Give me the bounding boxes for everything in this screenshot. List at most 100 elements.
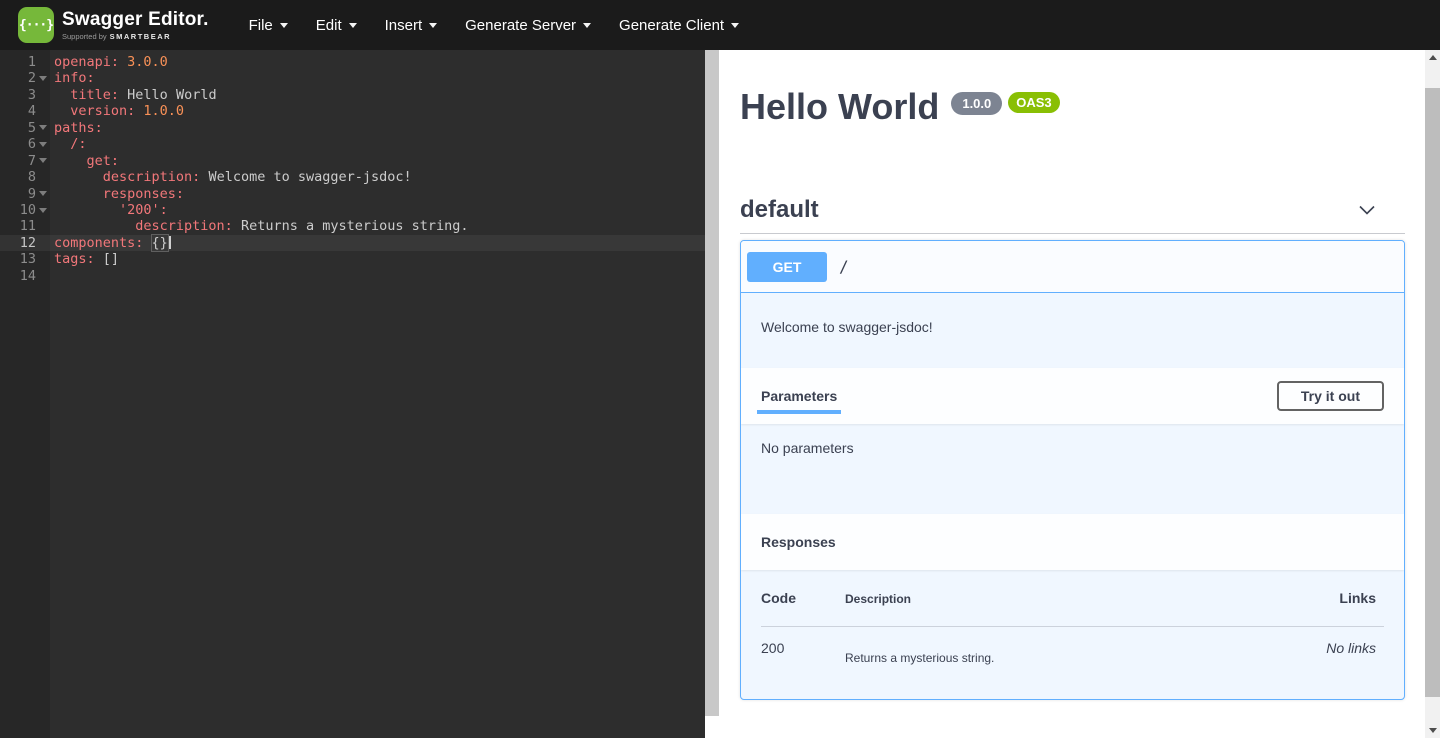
swagger-preview: Hello World 1.0.0 OAS3 default GET / Wel… [719,50,1425,738]
menu-edit[interactable]: Edit [302,9,371,42]
editor-lines: 1 openapi: 3.0.02info:3 title: Hello Worl… [0,54,705,284]
title-badges: 1.0.0 OAS3 [951,92,1059,115]
menu-label: Insert [385,17,423,34]
menu-insert[interactable]: Insert [371,9,452,42]
tab-parameters[interactable]: Parameters [761,388,837,404]
column-header-description: Description [845,588,1326,626]
editor-line[interactable]: 12 components: {} [0,235,705,251]
line-number: 12 [20,235,36,251]
app-title: Swagger Editor. [62,9,209,31]
editor-line[interactable]: 2info: [0,70,705,86]
fold-arrow-icon[interactable] [39,76,47,81]
response-links: No links [1326,627,1384,665]
code-line-text: openapi: 3.0.0 [50,54,705,70]
code-line-text: components: {} [50,235,705,251]
editor-line[interactable]: 14 [0,268,705,284]
line-number-cell: 1 [0,54,50,70]
line-number-cell: 12 [0,235,50,251]
caret-down-icon [583,23,591,28]
scrollbar-thumb[interactable] [1425,88,1440,697]
chevron-down-icon[interactable] [1357,200,1377,220]
editor-line[interactable]: 7 get: [0,153,705,169]
responses-header: Responses [741,514,1404,570]
line-number: 8 [28,169,36,185]
line-number: 11 [20,218,36,234]
fold-arrow-icon[interactable] [39,142,47,147]
column-header-code: Code [761,588,845,626]
code-line-text: /: [50,136,705,152]
fold-arrow-icon[interactable] [39,158,47,163]
supported-by-label: Supported by [62,32,107,41]
line-number-cell: 5 [0,120,50,136]
menu-bar: FileEdit Insert Generate ServerGenerate Cl… [235,9,754,42]
token-key: title: [70,87,127,103]
line-number: 1 [28,54,36,70]
scroll-up-button[interactable] [1425,50,1440,65]
oas3-badge: OAS3 [1008,92,1059,113]
api-info: Hello World 1.0.0 OAS3 [740,86,1405,128]
caret-down-icon [731,23,739,28]
scroll-down-button[interactable] [1425,723,1440,738]
no-parameters-message: No parameters [741,424,1404,514]
token-plain [54,218,135,234]
editor-line[interactable]: 5 paths: [0,120,705,136]
token-key: info: [54,70,95,86]
code-line-text: description: Returns a mysterious string… [50,218,705,234]
scroll-down-icon [1429,728,1437,733]
try-it-out-button[interactable]: Try it out [1277,381,1384,411]
operation-summary[interactable]: GET / [741,241,1404,293]
editor-line[interactable]: 13tags: [] [0,251,705,267]
caret-down-icon [349,23,357,28]
responses-title: Responses [761,534,836,550]
token-key: get: [87,153,120,169]
code-line-text: version: 1.0.0 [50,103,705,119]
logo-glyph: {···} [19,18,53,33]
editor-line[interactable]: 4 version: 1.0.0 [0,103,705,119]
line-number: 5 [28,120,36,136]
swagger-editor-logo[interactable]: {···} Swagger Editor. Supported bySMARTB… [18,7,209,43]
vertical-scrollbar[interactable] [1425,50,1440,738]
pane-splitter[interactable] [705,50,719,738]
text-cursor [169,236,171,249]
fold-arrow-icon[interactable] [39,125,47,130]
code-line-text: info: [50,70,705,86]
fold-arrow-icon[interactable] [39,191,47,196]
menu-file[interactable]: File [235,9,302,42]
token-plain [54,103,70,119]
editor-line[interactable]: 9 responses: [0,186,705,202]
token-key: /: [70,136,86,152]
code-line-text: '200': [50,202,705,218]
page-title: Hello World [740,86,939,128]
line-number-cell: 11 [0,218,50,234]
tag-section-default[interactable]: default [740,196,1405,234]
editor-line[interactable]: 1 openapi: 3.0.0 [0,54,705,70]
menu-generate-client[interactable]: Generate Client [605,9,753,42]
splitter-bar[interactable] [705,50,719,716]
supported-by-line: Supported bySMARTBEAR [62,32,209,41]
menu-generate-server[interactable]: Generate Server [451,9,605,42]
response-description: Returns a mysterious string. [845,627,1326,665]
code-editor[interactable]: 1 openapi: 3.0.02info:3 title: Hello Worl… [0,50,705,738]
editor-line[interactable]: 6 /: [0,136,705,152]
line-number: 9 [28,186,36,202]
code-line-text: description: Welcome to swagger-jsdoc! [50,169,705,185]
smartbear-wordmark: SMARTBEAR [110,32,171,41]
parameters-header: Parameters Try it out [741,368,1404,424]
tag-name: default [740,196,819,224]
editor-line[interactable]: 11 description: Returns a mysterious str… [0,218,705,234]
fold-arrow-icon[interactable] [39,208,47,213]
editor-line[interactable]: 8 description: Welcome to swagger-jsdoc! [0,169,705,185]
swagger-braces-icon: {···} [18,7,54,43]
column-header-links: Links [1326,588,1384,626]
line-number: 13 [20,251,36,267]
token-key: tags: [54,251,103,267]
method-badge: GET [747,252,827,282]
line-number-cell: 9 [0,186,50,202]
opblock-get: GET / Welcome to swagger-jsdoc! Paramete… [740,240,1405,700]
line-number-cell: 3 [0,87,50,103]
editor-line[interactable]: 3 title: Hello World [0,87,705,103]
code-line-text: paths: [50,120,705,136]
editor-line[interactable]: 10 '200': [0,202,705,218]
line-number-cell: 4 [0,103,50,119]
operation-path: / [839,257,849,276]
